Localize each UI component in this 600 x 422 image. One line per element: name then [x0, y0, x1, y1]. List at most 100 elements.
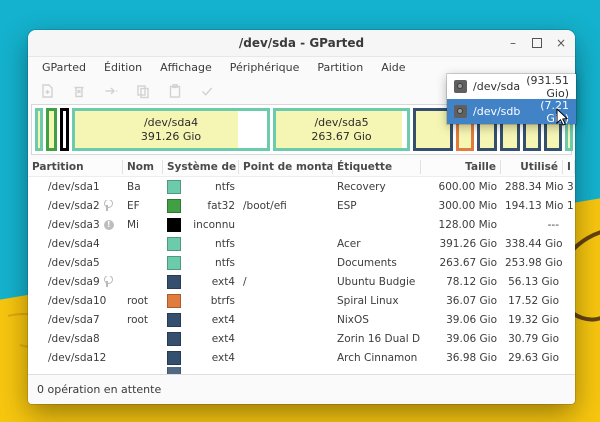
- table-row-sda12[interactable]: /dev/sda12ext4Arch Cinnamon36.98 Gio29.6…: [28, 348, 575, 367]
- column-header[interactable]: Point de montage: [239, 160, 333, 174]
- partition-label: ESP: [333, 200, 421, 212]
- close-button[interactable]: ×: [553, 35, 569, 51]
- partition-label: Arch Cinnamon: [333, 352, 421, 364]
- partition-table: PartitionNomSystème de fichiersPoint de …: [28, 158, 575, 374]
- delete-partition-button[interactable]: [70, 83, 87, 100]
- size-value: 263.67 Gio: [421, 257, 501, 269]
- partition-label-name: root: [123, 314, 163, 326]
- apply-operations-button[interactable]: [198, 83, 215, 100]
- menu-aide[interactable]: Aide: [373, 59, 413, 76]
- used-value: 17.52 Gio: [501, 295, 563, 307]
- device-size: (7.21 Gio): [526, 99, 569, 125]
- column-header[interactable]: Partition: [28, 160, 123, 174]
- partition-label: Spiral Linux: [333, 295, 421, 307]
- filesystem-swatch: [167, 218, 181, 232]
- partition-label: Zorin 16 Dual DE: [333, 333, 421, 345]
- menu-gparted[interactable]: GParted: [34, 59, 94, 76]
- filesystem-swatch: [167, 256, 181, 270]
- table-row-clipped[interactable]: [28, 367, 575, 374]
- size-value: 600.00 Mio: [421, 181, 501, 193]
- filesystem-swatch: [167, 313, 181, 327]
- size-value: 39.06 Gio: [421, 333, 501, 345]
- warning-info-icon: !: [104, 220, 114, 230]
- menu-edition[interactable]: Édition: [96, 59, 150, 76]
- size-value: 391.26 Gio: [421, 238, 501, 250]
- filesystem-name: btrfs: [185, 295, 235, 307]
- copy-button[interactable]: [134, 83, 151, 100]
- device-path: /dev/sdb: [473, 105, 520, 118]
- size-value: 78.12 Gio: [421, 276, 501, 288]
- table-body: /dev/sda1BantfsRecovery600.00 Mio288.34 …: [28, 177, 575, 367]
- unused-value-clipped: 1: [563, 200, 575, 212]
- partition-label-name: Ba: [123, 181, 163, 193]
- column-header[interactable]: Étiquette: [333, 160, 421, 174]
- new-partition-button[interactable]: [38, 83, 55, 100]
- table-row-sda9[interactable]: /dev/sda9ext4/Ubuntu Budgie78.12 Gio56.1…: [28, 272, 575, 291]
- filesystem-swatch: [167, 237, 181, 251]
- filesystem-name: ext4: [185, 352, 235, 364]
- column-header[interactable]: Nom: [123, 160, 163, 174]
- menu-peripherique[interactable]: Périphérique: [222, 59, 308, 76]
- partition-segment-sda1[interactable]: [35, 108, 43, 151]
- segment-size-label: 263.67 Gio: [311, 130, 371, 144]
- table-row-sda7[interactable]: /dev/sda7rootext4NixOS39.06 Gio19.32 Gio: [28, 310, 575, 329]
- free-space: [402, 111, 407, 148]
- used-value: 19.32 Gio: [501, 314, 563, 326]
- column-header[interactable]: Système de fichiers: [163, 160, 239, 174]
- partition-segment-sda4[interactable]: /dev/sda4391.26 Gio: [72, 108, 270, 151]
- menu-affichage[interactable]: Affichage: [152, 59, 220, 76]
- column-header[interactable]: Utilisé: [501, 160, 563, 174]
- titlebar[interactable]: /dev/sda - GParted – ×: [28, 30, 575, 57]
- filesystem-name: ext4: [185, 333, 235, 345]
- used-value: 29.63 Gio: [501, 352, 563, 364]
- window-controls: – ×: [505, 30, 569, 56]
- table-row-sda2[interactable]: /dev/sda2EFfat32/boot/efiESP300.00 Mio19…: [28, 196, 575, 215]
- device-option-sdb[interactable]: /dev/sdb (7.21 Gio): [447, 99, 576, 124]
- filesystem-swatch: [167, 351, 181, 365]
- filesystem-swatch: [167, 332, 181, 346]
- used-value: 288.34 Mio: [501, 181, 563, 193]
- partition-name: /dev/sda12: [48, 352, 106, 364]
- partition-segment-sda3[interactable]: [60, 108, 69, 151]
- table-row-sda3[interactable]: /dev/sda3!Miinconnu128.00 Mio---: [28, 215, 575, 234]
- menu-partition[interactable]: Partition: [309, 59, 371, 76]
- partition-segment-sda5[interactable]: /dev/sda5263.67 Gio: [273, 108, 410, 151]
- minimize-button[interactable]: –: [505, 35, 521, 51]
- partition-name: /dev/sda7: [48, 314, 100, 326]
- segment-device-label: /dev/sda4: [144, 116, 198, 130]
- partition-label-name: EF: [123, 200, 163, 212]
- table-row-sda8[interactable]: /dev/sda8ext4Zorin 16 Dual DE39.06 Gio30…: [28, 329, 575, 348]
- column-header[interactable]: Taille: [421, 160, 501, 174]
- size-value: 300.00 Mio: [421, 200, 501, 212]
- device-option-sda[interactable]: /dev/sda(931.51 Gio): [447, 74, 576, 99]
- column-header[interactable]: I: [563, 160, 575, 174]
- mount-point: /: [239, 276, 333, 288]
- mount-point: /boot/efi: [239, 200, 333, 212]
- maximize-button[interactable]: [529, 35, 545, 51]
- table-row-sda5[interactable]: /dev/sda5ntfsDocuments263.67 Gio253.98 G…: [28, 253, 575, 272]
- size-value: 39.06 Gio: [421, 314, 501, 326]
- filesystem-swatch: [167, 275, 181, 289]
- desktop: /dev/sda - GParted – × GPartedÉditionAff…: [0, 0, 600, 422]
- table-row-sda4[interactable]: /dev/sda4ntfsAcer391.26 Gio338.44 Gio: [28, 234, 575, 253]
- table-row-sda10[interactable]: /dev/sda10rootbtrfsSpiral Linux36.07 Gio…: [28, 291, 575, 310]
- paste-button[interactable]: [166, 83, 183, 100]
- hard-drive-icon: [454, 105, 467, 118]
- filesystem-name: ntfs: [185, 181, 235, 193]
- filesystem-swatch: [167, 294, 181, 308]
- partition-segment-sda2[interactable]: [46, 108, 57, 151]
- partition-name: /dev/sda9: [48, 276, 100, 288]
- resize-move-button[interactable]: [102, 83, 119, 100]
- device-path: /dev/sda: [473, 80, 520, 93]
- filesystem-swatch: [167, 199, 181, 213]
- partition-label: Ubuntu Budgie: [333, 276, 421, 288]
- partition-label: Recovery: [333, 181, 421, 193]
- table-row-sda1[interactable]: /dev/sda1BantfsRecovery600.00 Mio288.34 …: [28, 177, 575, 196]
- filesystem-swatch: [167, 367, 181, 374]
- statusbar: 0 opération en attente: [28, 374, 575, 404]
- used-value: ---: [501, 219, 563, 231]
- size-value: 128.00 Mio: [421, 219, 501, 231]
- used-value: 30.79 Gio: [501, 333, 563, 345]
- segment-device-label: /dev/sda5: [314, 116, 368, 130]
- size-value: 36.07 Gio: [421, 295, 501, 307]
